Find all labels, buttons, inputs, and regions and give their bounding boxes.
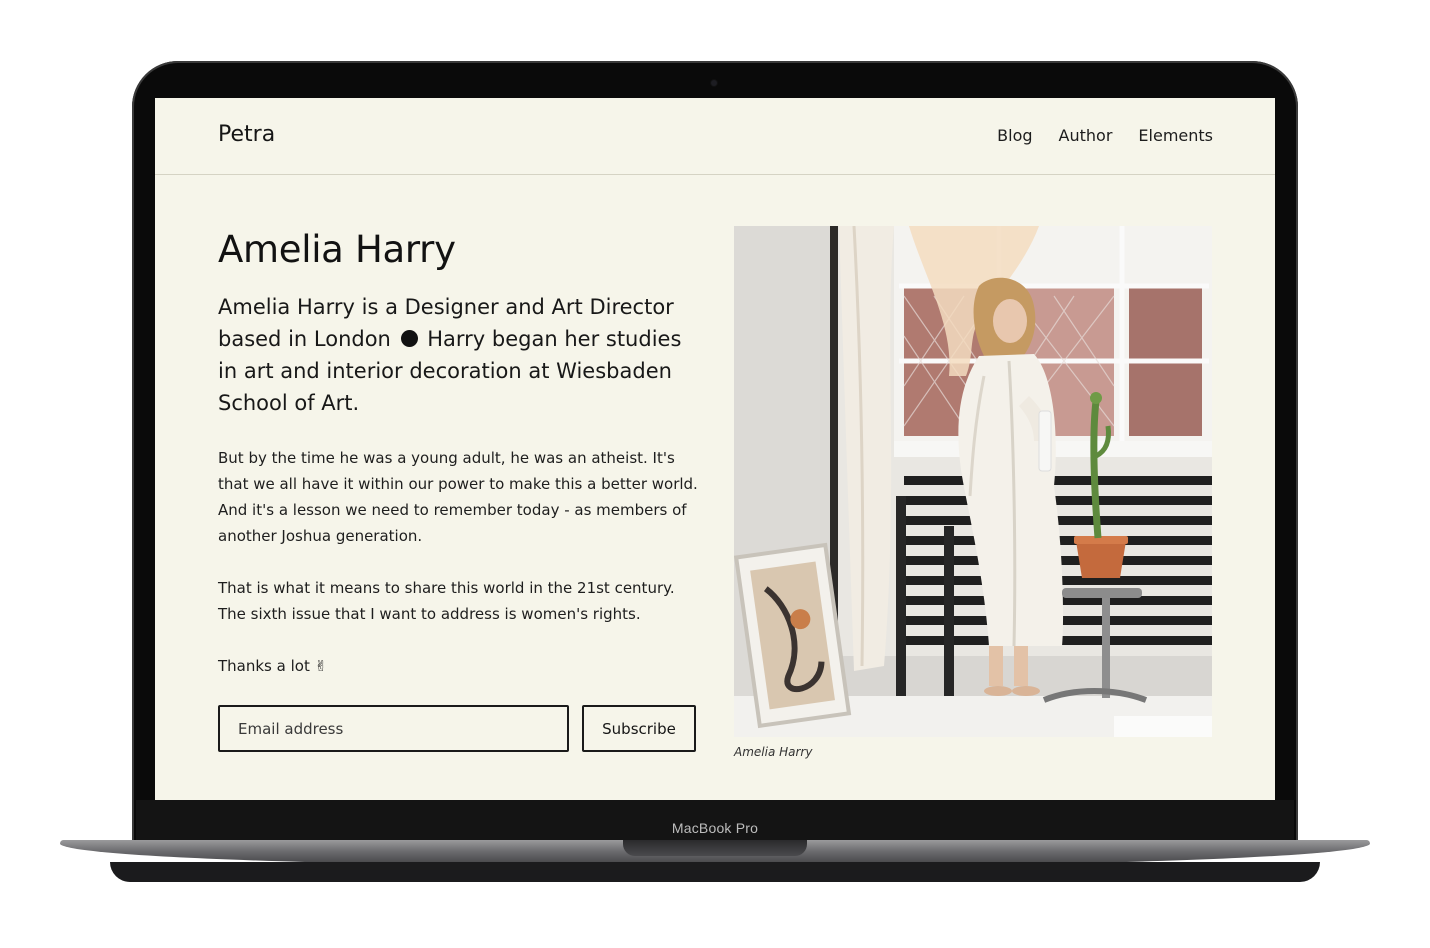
subscribe-form: Subscribe xyxy=(218,705,696,752)
subscribe-button[interactable]: Subscribe xyxy=(582,705,696,752)
bullet-dot-icon xyxy=(400,330,418,347)
author-photo xyxy=(734,226,1212,737)
laptop-notch xyxy=(623,840,807,856)
laptop-base-bottom xyxy=(110,862,1320,882)
device-label: MacBook Pro xyxy=(671,820,759,836)
author-intro: Amelia Harry Amelia Harry is a Designer … xyxy=(218,228,698,679)
email-input[interactable] xyxy=(218,705,569,752)
page-title: Amelia Harry xyxy=(218,228,456,271)
main-nav: Blog Author Elements xyxy=(997,126,1213,145)
site-logo[interactable]: Petra xyxy=(218,122,275,147)
lead-text: Amelia Harry is a Designer and Art Direc… xyxy=(218,291,698,419)
body-paragraph-1: But by the time he was a young adult, he… xyxy=(218,449,698,545)
nav-item-author[interactable]: Author xyxy=(1059,126,1113,145)
nav-item-blog[interactable]: Blog xyxy=(997,126,1032,145)
body-paragraph-2: That is what it means to share this worl… xyxy=(218,579,675,623)
thanks-text: Thanks a lot ✌ xyxy=(218,657,328,675)
camera-icon xyxy=(711,80,717,86)
site-header: Petra Blog Author Elements xyxy=(155,98,1275,175)
photo-caption: Amelia Harry xyxy=(734,745,813,759)
nav-item-elements[interactable]: Elements xyxy=(1138,126,1213,145)
website-screen: Petra Blog Author Elements Amelia Harry … xyxy=(155,98,1275,800)
